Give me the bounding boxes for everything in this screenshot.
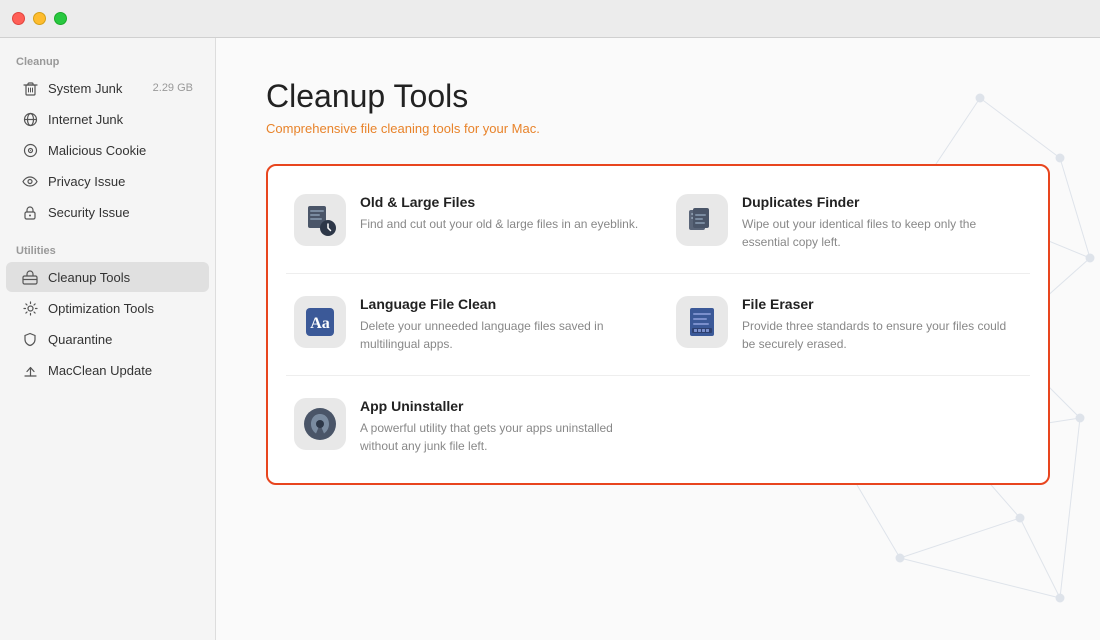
sidebar-item-privacy-issue-label: Privacy Issue bbox=[48, 174, 193, 189]
sidebar-item-macclean-update[interactable]: MacClean Update bbox=[6, 355, 209, 385]
duplicates-finder-icon bbox=[684, 202, 720, 238]
old-large-files-icon-wrap bbox=[294, 194, 346, 246]
row-divider-2 bbox=[286, 375, 1030, 376]
empty-grid-cell bbox=[660, 380, 1038, 473]
toolbox-icon bbox=[22, 269, 38, 285]
app-uninstaller-desc: A powerful utility that gets your apps u… bbox=[360, 419, 640, 455]
duplicates-finder-icon-wrap bbox=[676, 194, 728, 246]
tool-card-language-file-clean[interactable]: Aa Language File Clean Delete your unnee… bbox=[278, 278, 656, 371]
sidebar-item-malicious-cookie-label: Malicious Cookie bbox=[48, 143, 193, 158]
sidebar-item-internet-junk[interactable]: Internet Junk bbox=[6, 104, 209, 134]
duplicates-finder-text: Duplicates Finder Wipe out your identica… bbox=[742, 194, 1022, 251]
language-file-clean-name: Language File Clean bbox=[360, 296, 640, 312]
sidebar-item-system-junk-badge: 2.29 GB bbox=[153, 82, 193, 94]
lock-icon bbox=[22, 204, 38, 220]
titlebar bbox=[0, 0, 1100, 38]
sidebar-item-macclean-update-label: MacClean Update bbox=[48, 363, 193, 378]
app-uninstaller-icon bbox=[302, 406, 338, 442]
eye-icon bbox=[22, 173, 38, 189]
gear-icon bbox=[22, 300, 38, 316]
tool-card-app-uninstaller[interactable]: App Uninstaller A powerful utility that … bbox=[278, 380, 656, 473]
update-icon bbox=[22, 362, 38, 378]
svg-text:Aa: Aa bbox=[310, 315, 330, 332]
file-eraser-icon bbox=[684, 304, 720, 340]
old-large-files-text: Old & Large Files Find and cut out your … bbox=[360, 194, 640, 233]
app-uninstaller-text: App Uninstaller A powerful utility that … bbox=[360, 398, 640, 455]
minimize-button[interactable] bbox=[33, 12, 46, 25]
tool-card-file-eraser[interactable]: File Eraser Provide three standards to e… bbox=[660, 278, 1038, 371]
row-divider-1 bbox=[286, 273, 1030, 274]
file-eraser-desc: Provide three standards to ensure your f… bbox=[742, 317, 1022, 353]
sidebar-item-system-junk-label: System Junk bbox=[48, 81, 143, 96]
maximize-button[interactable] bbox=[54, 12, 67, 25]
old-large-files-icon bbox=[302, 202, 338, 238]
close-button[interactable] bbox=[12, 12, 25, 25]
sidebar-item-optimization-tools-label: Optimization Tools bbox=[48, 301, 193, 316]
sidebar-item-security-issue-label: Security Issue bbox=[48, 205, 193, 220]
app-window: Cleanup System Junk 2.29 GB bbox=[0, 38, 1100, 640]
sidebar-item-privacy-issue[interactable]: Privacy Issue bbox=[6, 166, 209, 196]
tool-card-duplicates-finder[interactable]: Duplicates Finder Wipe out your identica… bbox=[660, 176, 1038, 269]
sidebar-item-internet-junk-label: Internet Junk bbox=[48, 112, 193, 127]
old-large-files-desc: Find and cut out your old & large files … bbox=[360, 215, 640, 233]
internet-icon bbox=[22, 111, 38, 127]
language-file-clean-text: Language File Clean Delete your unneeded… bbox=[360, 296, 640, 353]
shield-icon bbox=[22, 331, 38, 347]
duplicates-finder-name: Duplicates Finder bbox=[742, 194, 1022, 210]
sidebar-item-cleanup-tools-label: Cleanup Tools bbox=[48, 270, 193, 285]
sidebar-section-cleanup: Cleanup bbox=[0, 48, 215, 72]
language-file-clean-desc: Delete your unneeded language files save… bbox=[360, 317, 640, 353]
file-eraser-icon-wrap bbox=[676, 296, 728, 348]
sidebar-section-utilities: Utilities bbox=[0, 237, 215, 261]
language-file-clean-icon: Aa bbox=[302, 304, 338, 340]
sidebar-item-malicious-cookie[interactable]: Malicious Cookie bbox=[6, 135, 209, 165]
app-uninstaller-icon-wrap bbox=[294, 398, 346, 450]
sidebar-item-quarantine[interactable]: Quarantine bbox=[6, 324, 209, 354]
page-title: Cleanup Tools bbox=[266, 78, 1050, 115]
file-eraser-text: File Eraser Provide three standards to e… bbox=[742, 296, 1022, 353]
sidebar-item-cleanup-tools[interactable]: Cleanup Tools bbox=[6, 262, 209, 292]
tool-card-old-large-files[interactable]: Old & Large Files Find and cut out your … bbox=[278, 176, 656, 269]
tools-grid: Old & Large Files Find and cut out your … bbox=[278, 176, 1038, 473]
page-subtitle: Comprehensive file cleaning tools for yo… bbox=[266, 121, 1050, 136]
main-content: Cleanup Tools Comprehensive file cleanin… bbox=[216, 38, 1100, 640]
trash-icon bbox=[22, 80, 38, 96]
content-body: Cleanup Tools Comprehensive file cleanin… bbox=[266, 78, 1050, 485]
app-uninstaller-name: App Uninstaller bbox=[360, 398, 640, 414]
sidebar: Cleanup System Junk 2.29 GB bbox=[0, 38, 216, 640]
cookie-icon bbox=[22, 142, 38, 158]
duplicates-finder-desc: Wipe out your identical files to keep on… bbox=[742, 215, 1022, 251]
sidebar-item-optimization-tools[interactable]: Optimization Tools bbox=[6, 293, 209, 323]
file-eraser-name: File Eraser bbox=[742, 296, 1022, 312]
language-file-clean-icon-wrap: Aa bbox=[294, 296, 346, 348]
sidebar-item-system-junk[interactable]: System Junk 2.29 GB bbox=[6, 73, 209, 103]
sidebar-item-quarantine-label: Quarantine bbox=[48, 332, 193, 347]
sidebar-item-security-issue[interactable]: Security Issue bbox=[6, 197, 209, 227]
tools-container: Old & Large Files Find and cut out your … bbox=[266, 164, 1050, 485]
old-large-files-name: Old & Large Files bbox=[360, 194, 640, 210]
